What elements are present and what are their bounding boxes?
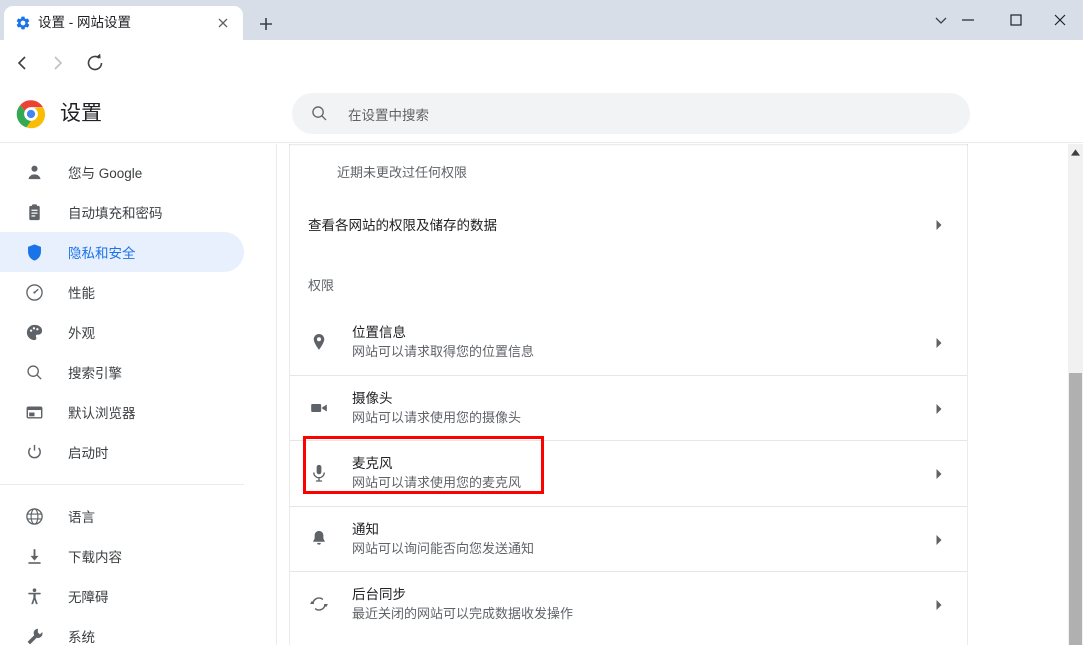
- permission-subtitle: 网站可以请求取得您的位置信息: [352, 343, 535, 359]
- chevron-right-icon: [935, 218, 943, 230]
- power-icon: [24, 442, 44, 462]
- close-window-button[interactable]: [1044, 4, 1076, 36]
- sidebar-item-label: 无障碍: [68, 590, 109, 605]
- person-icon: [24, 162, 44, 182]
- forward-button[interactable]: [45, 50, 71, 76]
- minimize-button[interactable]: [952, 4, 984, 36]
- vertical-scrollbar[interactable]: [1068, 144, 1083, 645]
- browser-toolbar: Chrome chrome://settings/content: [0, 40, 1083, 115]
- sidebar-item-languages[interactable]: 语言: [0, 496, 244, 536]
- sidebar-item-privacy-security[interactable]: 隐私和安全: [0, 232, 244, 272]
- search-settings-input[interactable]: 在设置中搜索: [292, 93, 970, 134]
- sidebar-item-label: 系统: [68, 630, 95, 645]
- sync-icon: [308, 593, 330, 615]
- sidebar-item-label: 隐私和安全: [68, 246, 136, 261]
- sidebar-item-default-browser[interactable]: 默认浏览器: [0, 392, 244, 432]
- permission-subtitle: 网站可以请求使用您的摄像头: [352, 409, 522, 425]
- browser-window-icon: [24, 402, 44, 422]
- permission-title: 麦克风: [352, 456, 393, 472]
- permission-text: 位置信息 网站可以请求取得您的位置信息: [352, 323, 534, 361]
- window-title-bar: 设置 - 网站设置: [0, 0, 1083, 40]
- permission-title: 通知: [352, 521, 379, 537]
- bell-icon: [308, 528, 330, 550]
- scroll-up-button[interactable]: [1068, 144, 1083, 160]
- permission-row-background-sync[interactable]: 后台同步 最近关闭的网站可以完成数据收发操作: [290, 571, 967, 637]
- sidebar-item-label: 搜索引擎: [68, 366, 122, 381]
- speedometer-icon: [24, 282, 44, 302]
- wrench-icon: [24, 626, 44, 646]
- sidebar-item-accessibility[interactable]: 无障碍: [0, 576, 244, 616]
- permission-subtitle: 网站可以询问能否向您发送通知: [352, 540, 535, 556]
- sidebar-item-label: 启动时: [68, 446, 109, 461]
- permission-text: 后台同步 最近关闭的网站可以完成数据收发操作: [352, 585, 573, 623]
- palette-icon: [24, 322, 44, 342]
- view-site-permissions-row[interactable]: 查看各网站的权限及储存的数据: [290, 199, 967, 249]
- sidebar-item-you-and-google[interactable]: 您与 Google: [0, 152, 244, 192]
- sidebar-item-label: 自动填充和密码: [68, 206, 163, 221]
- sidebar-item-system[interactable]: 系统: [0, 616, 244, 656]
- search-icon: [310, 104, 329, 123]
- permission-row-microphone[interactable]: 麦克风 网站可以请求使用您的麦克风: [290, 440, 967, 506]
- clipboard-icon: [24, 202, 44, 222]
- sidebar-item-label: 外观: [68, 326, 95, 341]
- browser-tab-active[interactable]: 设置 - 网站设置: [4, 6, 243, 40]
- view-site-permissions-label: 查看各网站的权限及储存的数据: [308, 218, 497, 233]
- globe-icon: [24, 506, 44, 526]
- sidebar-divider: [0, 484, 244, 485]
- page-title: 设置: [60, 102, 102, 125]
- permission-title: 摄像头: [352, 390, 393, 406]
- permission-title: 位置信息: [352, 324, 406, 340]
- sidebar-item-label: 语言: [68, 510, 95, 525]
- chevron-right-icon: [935, 467, 943, 480]
- settings-content-panel: 近期未更改过任何权限 查看各网站的权限及储存的数据 权限 位置信息 网站可以请求…: [289, 144, 968, 645]
- permissions-list: 位置信息 网站可以请求取得您的位置信息 摄像头 网站可以请求使用您的摄像头 麦克…: [290, 309, 967, 637]
- search-placeholder: 在设置中搜索: [348, 107, 429, 123]
- chevron-right-icon: [935, 533, 943, 545]
- chevron-right-icon: [935, 336, 943, 348]
- tab-title: 设置 - 网站设置: [38, 15, 131, 30]
- new-tab-button[interactable]: [252, 10, 280, 38]
- download-icon: [24, 546, 44, 566]
- permission-text: 摄像头 网站可以请求使用您的摄像头: [352, 389, 521, 427]
- close-icon[interactable]: [215, 15, 231, 31]
- sidebar-item-label: 性能: [68, 286, 95, 301]
- microphone-icon: [308, 462, 330, 484]
- chevron-right-icon: [935, 598, 943, 611]
- accessibility-icon: [24, 586, 44, 606]
- permission-title: 后台同步: [352, 587, 406, 603]
- permissions-section-label: 权限: [308, 278, 335, 293]
- gear-icon: [15, 15, 31, 31]
- sidebar-item-label: 您与 Google: [68, 166, 143, 181]
- sidebar-item-downloads[interactable]: 下载内容: [0, 536, 244, 576]
- recent-permissions-note: 近期未更改过任何权限: [337, 165, 468, 180]
- permission-subtitle: 网站可以请求使用您的麦克风: [352, 475, 522, 491]
- chevron-right-icon: [935, 402, 943, 414]
- sidebar-item-label: 下载内容: [68, 550, 122, 565]
- permission-row-camera[interactable]: 摄像头 网站可以请求使用您的摄像头: [290, 374, 967, 441]
- permission-row-notifications[interactable]: 通知 网站可以询问能否向您发送通知: [290, 505, 967, 572]
- sidebar-item-label: 默认浏览器: [68, 406, 136, 421]
- sidebar-item-on-startup[interactable]: 启动时: [0, 432, 244, 472]
- content-top-shadow: [289, 144, 968, 146]
- settings-sidebar: 您与 Google 自动填充和密码 隐私和安全 性能 外观 搜索引擎 默认浏览器…: [0, 144, 277, 645]
- shield-icon: [24, 242, 44, 262]
- permission-text: 麦克风 网站可以请求使用您的麦克风: [352, 454, 521, 492]
- sidebar-item-performance[interactable]: 性能: [0, 272, 244, 312]
- reload-button[interactable]: [82, 50, 108, 76]
- video-camera-icon: [308, 397, 330, 419]
- location-pin-icon: [308, 331, 330, 353]
- sidebar-item-search-engine[interactable]: 搜索引擎: [0, 352, 244, 392]
- back-button[interactable]: [8, 50, 34, 76]
- sidebar-item-autofill-passwords[interactable]: 自动填充和密码: [0, 192, 244, 232]
- sidebar-item-appearance[interactable]: 外观: [0, 312, 244, 352]
- permission-subtitle: 最近关闭的网站可以完成数据收发操作: [352, 606, 574, 622]
- chrome-logo-icon: [16, 99, 46, 129]
- scrollbar-thumb[interactable]: [1069, 373, 1082, 645]
- permission-text: 通知 网站可以询问能否向您发送通知: [352, 520, 534, 558]
- maximize-button[interactable]: [1000, 4, 1032, 36]
- permission-row-location[interactable]: 位置信息 网站可以请求取得您的位置信息: [290, 309, 967, 375]
- search-icon: [24, 362, 44, 382]
